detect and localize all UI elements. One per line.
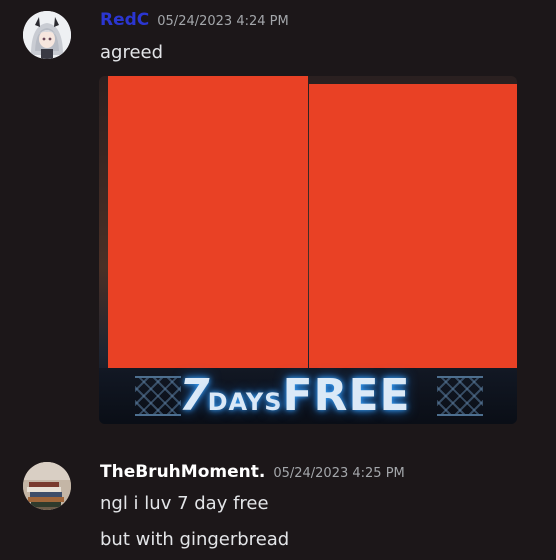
redaction-block: [309, 84, 517, 376]
image-attachment[interactable]: 7DAYSFREE: [99, 76, 517, 424]
message-text: but with gingerbread: [100, 529, 290, 550]
username[interactable]: TheBruhMoment.: [100, 462, 265, 482]
promo-banner: 7DAYSFREE: [99, 368, 517, 424]
anime-girl-avatar-icon: [23, 11, 71, 59]
message-text: agreed: [100, 42, 164, 63]
stacked-books-avatar-icon: [23, 462, 71, 510]
banner-free: FREE: [282, 370, 411, 421]
timestamp: 05/24/2023 4:24 PM: [157, 14, 289, 29]
redaction-block: [108, 76, 308, 376]
truss-right-icon: [437, 376, 483, 416]
banner-seven: 7: [179, 370, 210, 421]
truss-left-icon: [135, 376, 181, 416]
avatar[interactable]: [23, 462, 71, 510]
avatar[interactable]: [23, 11, 71, 59]
timestamp: 05/24/2023 4:25 PM: [273, 466, 405, 481]
username[interactable]: RedC: [100, 10, 149, 30]
message-text: ngl i luv 7 day free: [100, 493, 269, 514]
banner-days: DAYS: [207, 388, 283, 416]
banner-text: 7DAYSFREE: [179, 370, 411, 421]
